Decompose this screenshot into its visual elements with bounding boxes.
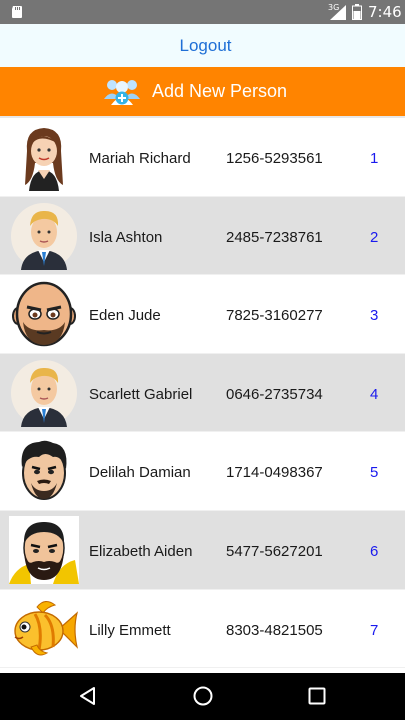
logout-bar: Logout (0, 24, 405, 67)
person-phone: 0646-2735734 (226, 385, 323, 403)
person-name: Isla Ashton (89, 228, 163, 246)
list-item[interactable]: Isla Ashton 2485-7238761 2 (0, 196, 405, 276)
woman-avatar-icon (25, 128, 63, 191)
people-add-icon (103, 79, 140, 105)
goldfish-avatar-icon (14, 600, 79, 656)
list-item[interactable]: Delilah Damian 1714-0498367 5 (0, 432, 405, 511)
add-new-person-button[interactable]: Add New Person (0, 67, 405, 116)
person-index: 1 (370, 150, 379, 167)
bald-man-avatar-icon (12, 281, 76, 347)
person-index: 3 (370, 307, 379, 325)
battery-icon (352, 4, 362, 20)
list-item[interactable]: Scarlett Gabriel 0646-2735734 4 (0, 353, 405, 433)
blond-man-avatar-icon (11, 359, 77, 427)
clock: 7:46 (368, 3, 402, 21)
navigation-bar (0, 673, 405, 720)
person-name: Scarlett Gabriel (89, 385, 193, 403)
person-name: Elizabeth Aiden (89, 542, 193, 560)
home-icon[interactable] (192, 685, 214, 707)
list-item[interactable]: Elizabeth Aiden 5477-5627201 6 (0, 510, 405, 590)
person-index: 4 (370, 385, 379, 403)
status-bar: 3G 7:46 (0, 0, 405, 24)
person-name: Eden Jude (89, 307, 161, 325)
person-index: 5 (370, 464, 379, 482)
people-list: Mariah Richard 1256-5293561 1 Isla Ashto… (0, 116, 405, 673)
person-phone: 8303-4821505 (226, 621, 323, 639)
recent-apps-icon[interactable] (306, 685, 328, 707)
list-item[interactable]: Mariah Richard 1256-5293561 1 (0, 118, 405, 197)
person-phone: 2485-7238761 (226, 228, 323, 246)
person-index: 6 (370, 542, 379, 560)
person-name: Delilah Damian (89, 464, 191, 482)
list-item[interactable]: Eden Jude 7825-3160277 3 (0, 275, 405, 354)
person-phone: 7825-3160277 (226, 307, 323, 325)
person-phone: 5477-5627201 (226, 542, 323, 560)
person-name: Lilly Emmett (89, 621, 171, 639)
person-phone: 1714-0498367 (226, 464, 323, 482)
person-phone: 1256-5293561 (226, 150, 323, 167)
logout-button[interactable]: Logout (180, 36, 232, 56)
blond-man-avatar-icon (11, 202, 77, 270)
person-index: 2 (370, 228, 379, 246)
dark-hair-man-avatar-icon (21, 441, 67, 501)
list-item[interactable]: Lilly Emmett 8303-4821505 7 (0, 590, 405, 669)
signal-icon (330, 5, 346, 20)
bearded-man-avatar-icon (9, 515, 79, 584)
sd-card-icon (12, 6, 22, 18)
back-icon[interactable] (77, 685, 99, 707)
person-index: 7 (370, 621, 379, 639)
add-new-person-label: Add New Person (151, 81, 288, 101)
person-name: Mariah Richard (89, 150, 191, 167)
